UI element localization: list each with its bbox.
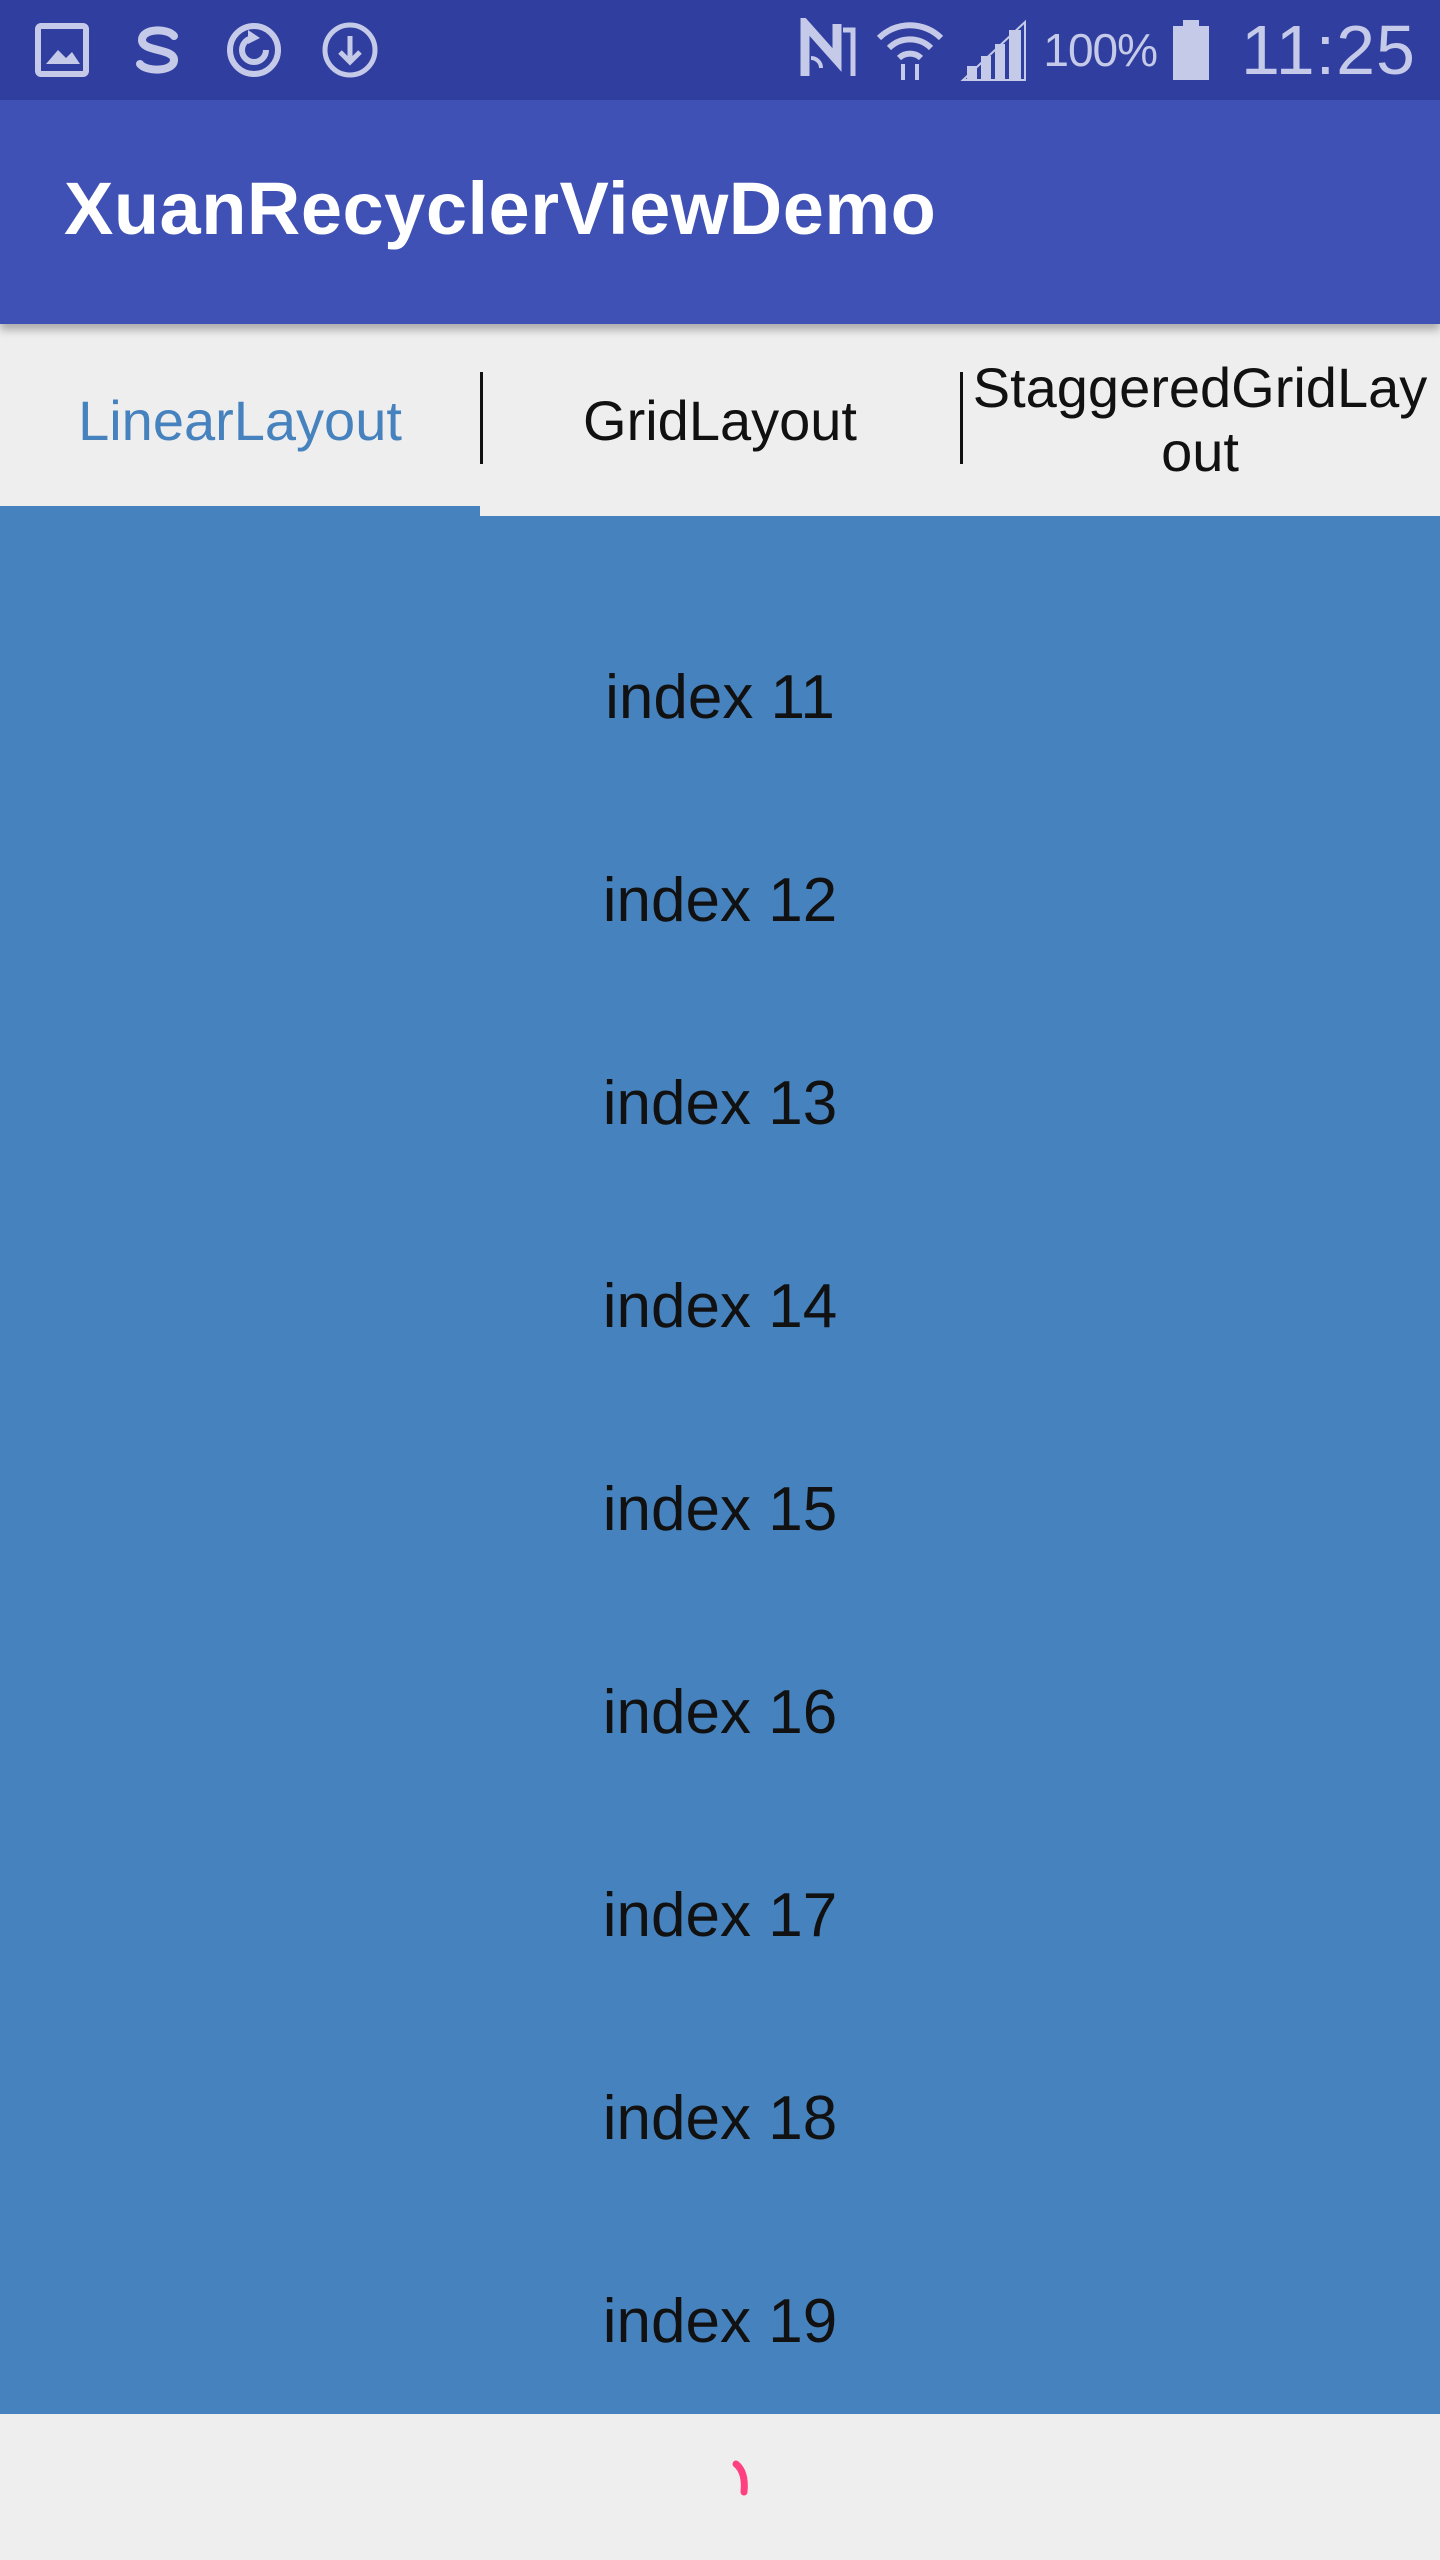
wifi-icon [875, 18, 945, 82]
list-item-label: index 19 [602, 2287, 838, 2356]
sync-icon [222, 18, 286, 82]
download-icon [318, 18, 382, 82]
status-bar: 100% 11:25 [0, 0, 1440, 100]
notification-icons [30, 18, 382, 82]
list-item[interactable]: index 13 [0, 1002, 1440, 1205]
battery-icon [1171, 18, 1211, 82]
list-item[interactable]: index 18 [0, 2017, 1440, 2220]
list-item[interactable]: index 12 [0, 799, 1440, 1002]
list-item-label: index 16 [602, 1678, 838, 1747]
list-item-label: index 18 [602, 2084, 838, 2153]
tab-divider [960, 372, 963, 464]
signal-icon [959, 18, 1029, 82]
list-item[interactable]: index 17 [0, 1814, 1440, 2017]
clock: 11:25 [1241, 11, 1416, 89]
list-item[interactable]: index 14 [0, 1205, 1440, 1408]
tab-label: GridLayout [583, 388, 857, 452]
list-item[interactable]: index 19 [0, 2220, 1440, 2414]
battery-percent: 100% [1043, 24, 1158, 76]
list-item-label: index 14 [602, 1272, 838, 1341]
tab-label: LinearLayout [78, 388, 402, 452]
loading-spinner-icon [728, 2458, 768, 2498]
list-item-label: index 12 [602, 866, 838, 935]
list-item-label: index 11 [605, 663, 835, 732]
tab-divider [480, 372, 483, 464]
nfc-icon [797, 18, 861, 82]
list-item[interactable]: index 16 [0, 1611, 1440, 1814]
system-status: 100% 11:25 [797, 10, 1416, 90]
gallery-icon [30, 18, 94, 82]
tab-indicator [0, 506, 480, 516]
tab-linear-layout[interactable]: LinearLayout [0, 324, 480, 516]
app-bar: XuanRecyclerViewDemo [0, 100, 1440, 324]
tab-staggered-grid-layout[interactable]: StaggeredGridLayout [960, 324, 1440, 516]
tab-bar: LinearLayout GridLayout StaggeredGridLay… [0, 324, 1440, 516]
recycler-list[interactable]: index 11 index 12 index 13 index 14 index 15… [0, 516, 1440, 2414]
sogou-icon [126, 18, 190, 82]
load-more-footer [0, 2414, 1440, 2560]
list-container: index 11 index 12 index 13 index 14 index 15… [0, 596, 1440, 2414]
list-item-label: index 17 [602, 1881, 838, 1950]
tab-label: StaggeredGridLayout [972, 356, 1428, 483]
tab-grid-layout[interactable]: GridLayout [480, 324, 960, 516]
list-item-label: index 13 [602, 1069, 838, 1138]
app-title: XuanRecyclerViewDemo [64, 167, 937, 250]
list-item-label: index 15 [602, 1475, 838, 1544]
list-item[interactable]: index 15 [0, 1408, 1440, 1611]
list-item[interactable]: index 11 [0, 596, 1440, 799]
